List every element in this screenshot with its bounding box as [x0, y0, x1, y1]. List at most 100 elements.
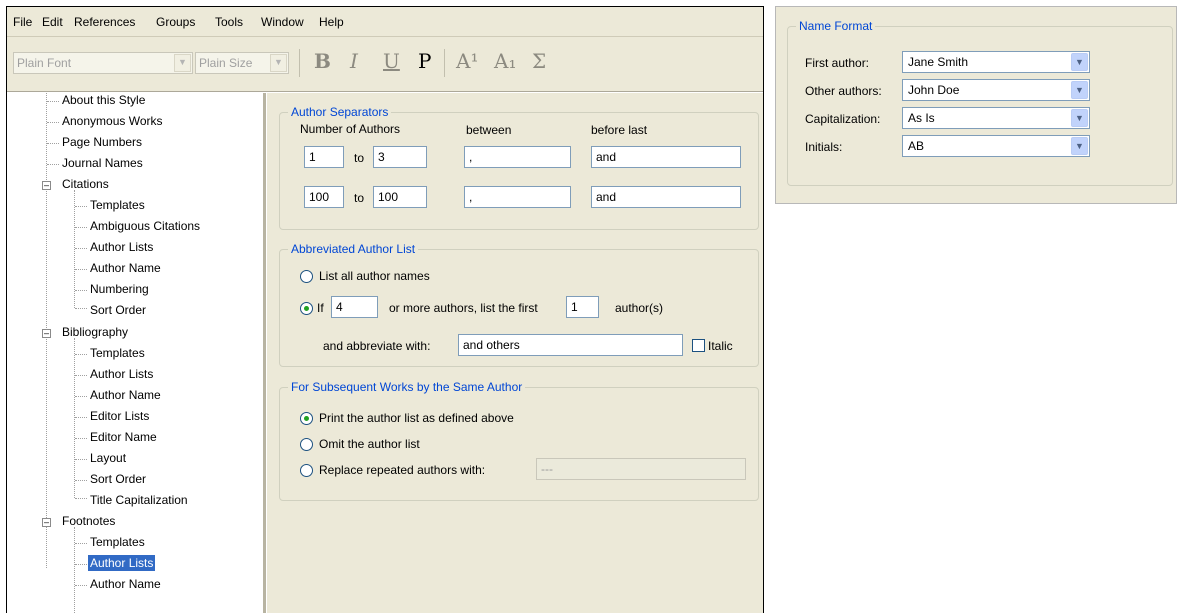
font-select-value: Plain Font [17, 56, 72, 70]
list-all-radio[interactable] [300, 270, 313, 283]
tree-item-fn-author-lists[interactable]: Author Lists [88, 555, 156, 571]
collapse-icon[interactable]: – [42, 181, 51, 190]
replace-authors-radio[interactable] [300, 464, 313, 477]
tree-line [75, 543, 87, 544]
menu-window[interactable]: Window [261, 15, 304, 29]
first-count-input[interactable]: 1 [566, 296, 599, 318]
sep-row2-from-input[interactable]: 100 [304, 186, 344, 208]
chevron-down-icon: ▼ [1071, 137, 1088, 155]
first-author-select[interactable]: Jane Smith ▼ [902, 51, 1090, 73]
tree-line [75, 396, 87, 397]
tree-item-journal-names[interactable]: Journal Names [62, 156, 143, 170]
plain-button[interactable]: P [418, 49, 431, 73]
menu-file[interactable]: File [13, 15, 32, 29]
tree-item-citations-author-name[interactable]: Author Name [90, 261, 161, 275]
to-label: to [354, 151, 365, 165]
italic-button[interactable]: I [350, 49, 358, 73]
tree-item-bib-editor-lists[interactable]: Editor Lists [90, 409, 149, 423]
tree-line [75, 585, 87, 586]
print-author-list-radio[interactable] [300, 412, 313, 425]
initials-value: AB [908, 139, 925, 153]
tree-line [47, 122, 59, 123]
tree-line [74, 527, 75, 613]
tree-item-anonymous-works[interactable]: Anonymous Works [62, 114, 162, 128]
underline-button[interactable]: U [383, 49, 400, 73]
or-more-label: or more authors, list the first [389, 301, 538, 315]
sep-row1-before-last-input[interactable]: and [591, 146, 741, 168]
other-authors-select[interactable]: John Doe ▼ [902, 79, 1090, 101]
tree-item-citations-templates[interactable]: Templates [90, 198, 145, 212]
symbol-button[interactable]: Σ [532, 49, 546, 73]
font-select[interactable]: Plain Font ▼ [13, 52, 193, 74]
tree-item-citations-ambiguous[interactable]: Ambiguous Citations [90, 219, 200, 233]
capitalization-select[interactable]: As Is ▼ [902, 107, 1090, 129]
sep-row2-before-last-input[interactable]: and [591, 186, 741, 208]
chevron-down-icon: ▼ [1071, 81, 1088, 99]
collapse-icon[interactable]: – [42, 329, 51, 338]
tree-line [75, 480, 87, 481]
size-select[interactable]: Plain Size ▼ [195, 52, 289, 74]
format-toolbar: Plain Font ▼ Plain Size ▼ B I U P A¹ A₁ … [7, 37, 763, 92]
if-count-input[interactable]: 4 [331, 296, 378, 318]
abbreviated-title: Abbreviated Author List [288, 242, 419, 256]
if-count-radio[interactable] [300, 302, 313, 315]
tree-item-citations[interactable]: Citations [62, 177, 109, 191]
tree-item-bib-title-capitalization[interactable]: Title Capitalization [90, 493, 188, 507]
tree-line [75, 438, 87, 439]
size-select-value: Plain Size [199, 56, 253, 70]
tree-item-page-numbers[interactable]: Page Numbers [62, 135, 142, 149]
between-header: between [466, 123, 512, 137]
tree-item-fn-templates[interactable]: Templates [90, 535, 145, 549]
initials-select[interactable]: AB ▼ [902, 135, 1090, 157]
subscript-button[interactable]: A₁ [494, 49, 516, 73]
other-authors-label: Other authors: [805, 84, 882, 98]
tree-line [47, 143, 59, 144]
menu-groups[interactable]: Groups [156, 15, 195, 29]
tree-item-bib-layout[interactable]: Layout [90, 451, 126, 465]
settings-pane: Author Separators Number of Authors betw… [267, 93, 763, 613]
chevron-down-icon: ▼ [270, 54, 287, 72]
toolbar-separator [444, 49, 445, 77]
menu-references[interactable]: References [74, 15, 135, 29]
abbreviate-with-input[interactable]: and others [458, 334, 683, 356]
tree-item-about[interactable]: About this Style [62, 93, 145, 107]
chevron-down-icon: ▼ [1071, 53, 1088, 71]
bold-button[interactable]: B [314, 49, 331, 73]
tree-item-bib-author-lists[interactable]: Author Lists [90, 367, 153, 381]
italic-checkbox[interactable] [692, 339, 705, 352]
sep-row1-from-input[interactable]: 1 [304, 146, 344, 168]
style-tree[interactable]: About this Style Anonymous Works Page Nu… [33, 93, 266, 613]
sep-row2-to-input[interactable]: 100 [373, 186, 427, 208]
menu-edit[interactable]: Edit [42, 15, 63, 29]
tree-item-bib-sort-order[interactable]: Sort Order [90, 472, 146, 486]
tree-line [75, 564, 87, 565]
tree-line [75, 375, 87, 376]
toolbar-separator [299, 49, 300, 77]
tree-item-bib-author-name[interactable]: Author Name [90, 388, 161, 402]
tree-item-fn-author-name[interactable]: Author Name [90, 577, 161, 591]
replace-authors-input[interactable]: --- [536, 458, 746, 480]
superscript-button[interactable]: A¹ [456, 49, 478, 73]
tree-line [75, 248, 87, 249]
sep-row1-between-input[interactable]: , [464, 146, 571, 168]
tree-item-bibliography[interactable]: Bibliography [62, 325, 128, 339]
chevron-down-icon: ▼ [1071, 109, 1088, 127]
menu-tools[interactable]: Tools [215, 15, 243, 29]
number-of-authors-header: Number of Authors [300, 122, 401, 136]
first-author-value: Jane Smith [908, 55, 969, 69]
tree-item-footnotes[interactable]: Footnotes [62, 514, 115, 528]
tree-item-citations-numbering[interactable]: Numbering [90, 282, 149, 296]
tree-item-citations-author-lists[interactable]: Author Lists [90, 240, 153, 254]
sep-row1-to-input[interactable]: 3 [373, 146, 427, 168]
collapse-icon[interactable]: – [42, 518, 51, 527]
tree-item-bib-templates[interactable]: Templates [90, 346, 145, 360]
to-label: to [354, 191, 365, 205]
tree-item-citations-sort-order[interactable]: Sort Order [90, 303, 146, 317]
menu-help[interactable]: Help [319, 15, 344, 29]
sep-row2-between-input[interactable]: , [464, 186, 571, 208]
omit-author-list-radio[interactable] [300, 438, 313, 451]
capitalization-value: As Is [908, 111, 935, 125]
author-separators-title: Author Separators [288, 105, 392, 119]
tree-item-bib-editor-name[interactable]: Editor Name [90, 430, 157, 444]
first-author-label: First author: [805, 56, 870, 70]
